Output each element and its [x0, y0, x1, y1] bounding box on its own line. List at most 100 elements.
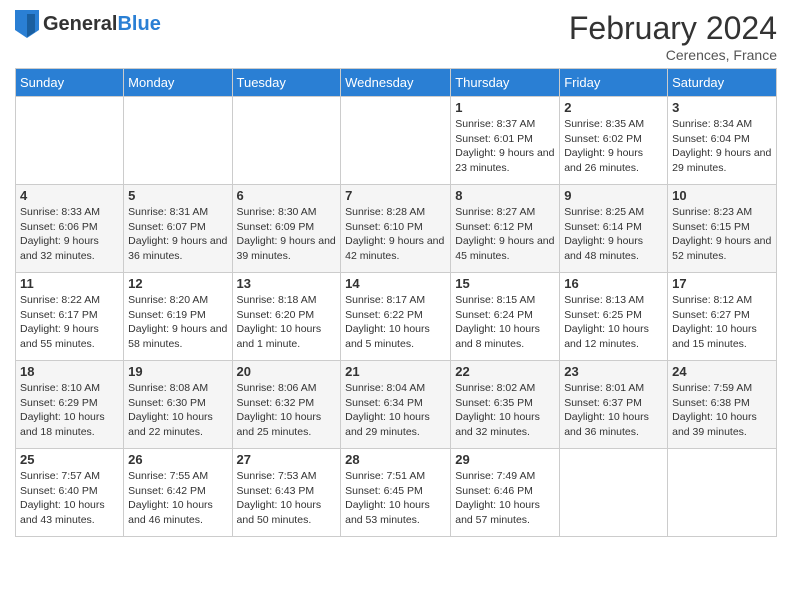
day-number: 7 [345, 188, 446, 203]
day-info: Sunrise: 8:10 AMSunset: 6:29 PMDaylight:… [20, 381, 119, 440]
calendar-cell: 3 Sunrise: 8:34 AMSunset: 6:04 PMDaylight… [668, 97, 777, 185]
day-info: Sunrise: 8:06 AMSunset: 6:32 PMDaylight:… [237, 381, 337, 440]
day-number: 11 [20, 276, 119, 291]
calendar-cell [16, 97, 124, 185]
day-info: Sunrise: 7:59 AMSunset: 6:38 PMDaylight:… [672, 381, 772, 440]
day-number: 17 [672, 276, 772, 291]
day-number: 3 [672, 100, 772, 115]
day-info: Sunrise: 7:49 AMSunset: 6:46 PMDaylight:… [455, 469, 555, 528]
calendar-week-row: 18Sunrise: 8:10 AMSunset: 6:29 PMDayligh… [16, 361, 777, 449]
calendar-cell: 6 Sunrise: 8:30 AMSunset: 6:09 PMDaylight… [232, 185, 341, 273]
calendar-cell: 27 Sunrise: 7:53 AMSunset: 6:43 PMDayligh… [232, 449, 341, 537]
day-number: 5 [128, 188, 227, 203]
day-number: 25 [20, 452, 119, 467]
day-info: Sunrise: 8:12 AMSunset: 6:27 PMDaylight:… [672, 293, 772, 352]
day-info: Sunrise: 8:15 AMSunset: 6:24 PMDaylight:… [455, 293, 555, 352]
day-number: 1 [455, 100, 555, 115]
calendar-cell: 13 Sunrise: 8:18 AMSunset: 6:20 PMDayligh… [232, 273, 341, 361]
weekday-header: Monday [124, 69, 232, 97]
day-number: 2 [564, 100, 663, 115]
day-number: 9 [564, 188, 663, 203]
calendar: SundayMondayTuesdayWednesdayThursdayFrid… [15, 68, 777, 537]
calendar-cell: 26Sunrise: 7:55 AMSunset: 6:42 PMDayligh… [124, 449, 232, 537]
day-number: 16 [564, 276, 663, 291]
weekday-header: Sunday [16, 69, 124, 97]
calendar-cell: 19 Sunrise: 8:08 AMSunset: 6:30 PMDayligh… [124, 361, 232, 449]
calendar-cell: 1Sunrise: 8:37 AMSunset: 6:01 PMDaylight… [451, 97, 560, 185]
day-number: 12 [128, 276, 227, 291]
day-number: 13 [237, 276, 337, 291]
calendar-cell: 9 Sunrise: 8:25 AMSunset: 6:14 PMDaylight… [560, 185, 668, 273]
location: Cerences, France [569, 47, 777, 63]
calendar-cell: 22Sunrise: 8:02 AMSunset: 6:35 PMDayligh… [451, 361, 560, 449]
day-info: Sunrise: 8:25 AMSunset: 6:14 PMDaylight:… [564, 205, 663, 264]
calendar-cell: 24 Sunrise: 7:59 AMSunset: 6:38 PMDayligh… [668, 361, 777, 449]
calendar-week-row: 11 Sunrise: 8:22 AMSunset: 6:17 PMDayligh… [16, 273, 777, 361]
day-number: 8 [455, 188, 555, 203]
calendar-cell: 21 Sunrise: 8:04 AMSunset: 6:34 PMDayligh… [341, 361, 451, 449]
calendar-cell [341, 97, 451, 185]
weekday-header: Saturday [668, 69, 777, 97]
day-number: 29 [455, 452, 555, 467]
calendar-cell: 8 Sunrise: 8:27 AMSunset: 6:12 PMDaylight… [451, 185, 560, 273]
day-info: Sunrise: 8:17 AMSunset: 6:22 PMDaylight:… [345, 293, 446, 352]
calendar-cell: 7 Sunrise: 8:28 AMSunset: 6:10 PMDaylight… [341, 185, 451, 273]
calendar-cell: 18Sunrise: 8:10 AMSunset: 6:29 PMDayligh… [16, 361, 124, 449]
calendar-week-row: 1Sunrise: 8:37 AMSunset: 6:01 PMDaylight… [16, 97, 777, 185]
calendar-week-row: 4 Sunrise: 8:33 AMSunset: 6:06 PMDaylight… [16, 185, 777, 273]
calendar-cell [124, 97, 232, 185]
day-number: 26 [128, 452, 227, 467]
day-info: Sunrise: 7:57 AMSunset: 6:40 PMDaylight:… [20, 469, 119, 528]
calendar-cell: 28 Sunrise: 7:51 AMSunset: 6:45 PMDayligh… [341, 449, 451, 537]
day-info: Sunrise: 8:18 AMSunset: 6:20 PMDaylight:… [237, 293, 337, 352]
calendar-week-row: 25 Sunrise: 7:57 AMSunset: 6:40 PMDayligh… [16, 449, 777, 537]
calendar-cell: 17 Sunrise: 8:12 AMSunset: 6:27 PMDayligh… [668, 273, 777, 361]
day-info: Sunrise: 7:51 AMSunset: 6:45 PMDaylight:… [345, 469, 446, 528]
calendar-cell: 5 Sunrise: 8:31 AMSunset: 6:07 PMDaylight… [124, 185, 232, 273]
day-number: 21 [345, 364, 446, 379]
calendar-cell: 12 Sunrise: 8:20 AMSunset: 6:19 PMDayligh… [124, 273, 232, 361]
logo-icon [15, 10, 39, 38]
day-number: 24 [672, 364, 772, 379]
day-info: Sunrise: 8:31 AMSunset: 6:07 PMDaylight:… [128, 205, 227, 264]
day-number: 15 [455, 276, 555, 291]
day-info: Sunrise: 8:27 AMSunset: 6:12 PMDaylight:… [455, 205, 555, 264]
calendar-cell: 10Sunrise: 8:23 AMSunset: 6:15 PMDayligh… [668, 185, 777, 273]
logo: GeneralBlue [15, 10, 161, 38]
day-number: 28 [345, 452, 446, 467]
day-info: Sunrise: 8:33 AMSunset: 6:06 PMDaylight:… [20, 205, 119, 264]
calendar-cell [232, 97, 341, 185]
day-info: Sunrise: 8:30 AMSunset: 6:09 PMDaylight:… [237, 205, 337, 264]
day-info: Sunrise: 7:53 AMSunset: 6:43 PMDaylight:… [237, 469, 337, 528]
calendar-cell: 11 Sunrise: 8:22 AMSunset: 6:17 PMDayligh… [16, 273, 124, 361]
day-info: Sunrise: 8:02 AMSunset: 6:35 PMDaylight:… [455, 381, 555, 440]
weekday-header: Thursday [451, 69, 560, 97]
day-info: Sunrise: 8:08 AMSunset: 6:30 PMDaylight:… [128, 381, 227, 440]
title-block: February 2024 Cerences, France [569, 10, 777, 63]
day-info: Sunrise: 8:04 AMSunset: 6:34 PMDaylight:… [345, 381, 446, 440]
day-info: Sunrise: 8:13 AMSunset: 6:25 PMDaylight:… [564, 293, 663, 352]
day-number: 14 [345, 276, 446, 291]
weekday-header: Wednesday [341, 69, 451, 97]
day-number: 10 [672, 188, 772, 203]
calendar-header-row: SundayMondayTuesdayWednesdayThursdayFrid… [16, 69, 777, 97]
calendar-cell: 25 Sunrise: 7:57 AMSunset: 6:40 PMDayligh… [16, 449, 124, 537]
calendar-cell: 15 Sunrise: 8:15 AMSunset: 6:24 PMDayligh… [451, 273, 560, 361]
calendar-cell [668, 449, 777, 537]
day-info: Sunrise: 8:28 AMSunset: 6:10 PMDaylight:… [345, 205, 446, 264]
day-number: 27 [237, 452, 337, 467]
day-number: 4 [20, 188, 119, 203]
day-info: Sunrise: 8:34 AMSunset: 6:04 PMDaylight:… [672, 117, 772, 176]
day-number: 19 [128, 364, 227, 379]
calendar-cell: 23Sunrise: 8:01 AMSunset: 6:37 PMDayligh… [560, 361, 668, 449]
month-title: February 2024 [569, 10, 777, 47]
day-info: Sunrise: 8:22 AMSunset: 6:17 PMDaylight:… [20, 293, 119, 352]
day-info: Sunrise: 8:20 AMSunset: 6:19 PMDaylight:… [128, 293, 227, 352]
calendar-cell: 14 Sunrise: 8:17 AMSunset: 6:22 PMDayligh… [341, 273, 451, 361]
day-number: 6 [237, 188, 337, 203]
day-info: Sunrise: 8:35 AMSunset: 6:02 PMDaylight:… [564, 117, 663, 176]
calendar-cell: 4 Sunrise: 8:33 AMSunset: 6:06 PMDaylight… [16, 185, 124, 273]
calendar-cell [560, 449, 668, 537]
day-info: Sunrise: 8:01 AMSunset: 6:37 PMDaylight:… [564, 381, 663, 440]
logo-general-text: General [43, 13, 117, 35]
